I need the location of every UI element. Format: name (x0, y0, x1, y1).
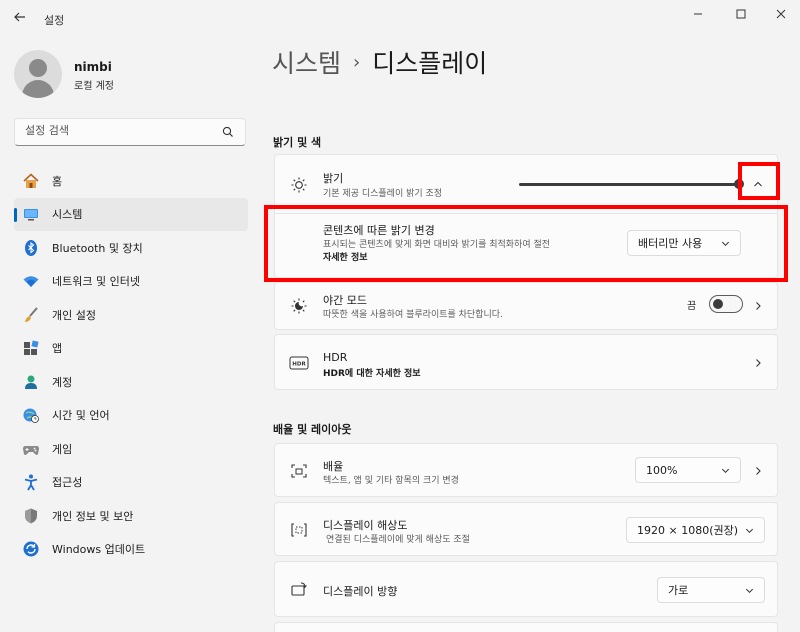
page-title: 디스플레이 (372, 49, 488, 78)
accessibility-icon (22, 473, 40, 491)
orientation-icon (289, 580, 309, 600)
orientation-card: 디스플레이 방향 가로 (274, 561, 778, 617)
highlight-box-collapse (738, 162, 780, 200)
apps-icon (22, 339, 40, 357)
sidebar-item-system[interactable]: 시스템 (14, 197, 248, 231)
night-light-icon (289, 296, 309, 316)
search-input[interactable] (25, 124, 215, 137)
dropdown-value: 1920 × 1080(권장) (637, 524, 739, 537)
next-setting-card-partial (274, 622, 778, 632)
breadcrumb-separator: › (353, 51, 361, 73)
resolution-dropdown[interactable]: 1920 × 1080(권장) (626, 517, 765, 543)
svg-text:HDR: HDR (292, 362, 306, 368)
sidebar-item-label: 개인 설정 (52, 308, 96, 322)
sidebar-item-network[interactable]: 네트워크 및 인터넷 (14, 265, 248, 299)
brightness-slider-track[interactable] (519, 183, 739, 186)
sidebar-item-accounts[interactable]: 계정 (14, 365, 248, 399)
close-icon[interactable] (767, 6, 795, 26)
scale-card[interactable]: 배율 텍스트, 앱 및 기타 항목의 크기 변경 100% (274, 443, 778, 497)
sidebar-item-gaming[interactable]: 게임 (14, 432, 248, 466)
sidebar-item-home[interactable]: 홈 (14, 164, 248, 198)
hdr-card[interactable]: HDR HDR HDR에 대한 자세한 정보 (274, 334, 778, 390)
minimize-icon[interactable] (684, 6, 712, 26)
globe-clock-icon (22, 406, 40, 424)
resolution-card: 디스플레이 해상도 연결된 디스플레이에 맞게 해상도 조절 1920 × 10… (274, 502, 778, 556)
chevron-down-icon (745, 588, 754, 594)
maximize-icon[interactable] (727, 6, 755, 26)
scale-subtitle: 텍스트, 앱 및 기타 항목의 크기 변경 (323, 476, 459, 486)
chevron-right-icon (756, 359, 761, 367)
hdr-title: HDR (323, 351, 348, 364)
toggle-state-label: 끔 (687, 301, 697, 312)
hdr-learn-more-link[interactable]: HDR에 대한 자세한 정보 (323, 366, 421, 379)
sidebar-item-label: 홈 (52, 174, 63, 188)
chevron-right-icon (756, 467, 761, 475)
sidebar-item-label: 접근성 (52, 476, 83, 490)
update-icon (22, 540, 40, 558)
breadcrumb-parent[interactable]: 시스템 (272, 44, 341, 80)
night-light-toggle[interactable] (709, 295, 743, 313)
sidebar-item-accessibility[interactable]: 접근성 (14, 466, 248, 500)
scale-title: 배율 (323, 460, 344, 473)
avatar[interactable] (14, 50, 62, 98)
dropdown-value: 가로 (668, 584, 689, 597)
chevron-down-icon (721, 468, 730, 474)
orientation-title: 디스플레이 방향 (323, 585, 398, 598)
sidebar-item-label: Bluetooth 및 장치 (52, 241, 143, 255)
sidebar-item-windows-update[interactable]: Windows 업데이트 (14, 533, 248, 567)
night-light-title: 야간 모드 (323, 294, 367, 307)
sidebar-item-label: Windows 업데이트 (52, 543, 146, 557)
gamepad-icon (22, 440, 40, 458)
brightness-title: 밝기 (323, 172, 344, 185)
sidebar-item-label: 네트워크 및 인터넷 (52, 275, 140, 289)
window-title: 설정 (44, 14, 65, 27)
sidebar-item-label: 게임 (52, 442, 73, 456)
scale-dropdown[interactable]: 100% (635, 457, 741, 483)
night-light-subtitle: 따뜻한 색을 사용하여 블루라이트를 차단합니다. (323, 310, 503, 320)
sidebar-nav: 홈 시스템 Bluetooth 및 장치 네트워크 및 인터넷 개인 설정 앱 (14, 164, 248, 566)
sidebar-item-label: 앱 (52, 342, 63, 356)
sidebar-item-apps[interactable]: 앱 (14, 332, 248, 366)
sidebar-item-label: 시스템 (52, 208, 83, 222)
home-icon (22, 172, 40, 190)
sidebar-item-bluetooth[interactable]: Bluetooth 및 장치 (14, 231, 248, 265)
account-type: 로컬 계정 (74, 81, 114, 92)
sidebar-item-label: 계정 (52, 375, 73, 389)
section-heading-brightness-color: 밝기 및 색 (273, 136, 322, 149)
night-light-card[interactable]: 야간 모드 따뜻한 색을 사용하여 블루라이트를 차단합니다. 끔 (274, 282, 778, 330)
sidebar-item-time-language[interactable]: 시간 및 언어 (14, 399, 248, 433)
title-bar: 설정 (0, 0, 800, 38)
avatar-body-shape (22, 80, 54, 98)
brightness-subtitle: 기본 제공 디스플레이 밝기 조정 (323, 189, 443, 199)
sidebar-item-label: 개인 정보 및 보안 (52, 509, 134, 523)
breadcrumb: 시스템 › 디스플레이 (272, 44, 487, 80)
bluetooth-icon (22, 239, 40, 257)
section-heading-scale-layout: 배율 및 레이아웃 (273, 423, 352, 436)
scale-icon (289, 461, 309, 481)
account-icon (22, 373, 40, 391)
sidebar-item-label: 시간 및 언어 (52, 409, 110, 423)
wifi-icon (22, 272, 40, 290)
user-name: nimbi (74, 60, 112, 74)
orientation-dropdown[interactable]: 가로 (657, 577, 765, 603)
highlight-box-content-adaptive (264, 205, 788, 282)
hdr-icon: HDR (289, 353, 309, 373)
search-box[interactable] (14, 118, 246, 146)
toggle-knob (713, 299, 723, 309)
brightness-icon (289, 175, 309, 195)
avatar-head-shape (29, 59, 47, 77)
system-icon (22, 205, 40, 223)
search-icon[interactable] (221, 125, 235, 139)
chevron-right-icon (756, 302, 761, 310)
sidebar-item-privacy-security[interactable]: 개인 정보 및 보안 (14, 499, 248, 533)
resolution-subtitle: 연결된 디스플레이에 맞게 해상도 조절 (326, 535, 470, 545)
chevron-down-icon (745, 528, 754, 534)
dropdown-value: 100% (646, 463, 678, 477)
shield-icon (22, 507, 40, 525)
back-arrow-icon[interactable] (10, 10, 30, 30)
resolution-title: 디스플레이 해상도 (323, 519, 408, 532)
brush-icon (22, 306, 40, 324)
sidebar-item-personalization[interactable]: 개인 설정 (14, 298, 248, 332)
resolution-icon (289, 520, 309, 540)
